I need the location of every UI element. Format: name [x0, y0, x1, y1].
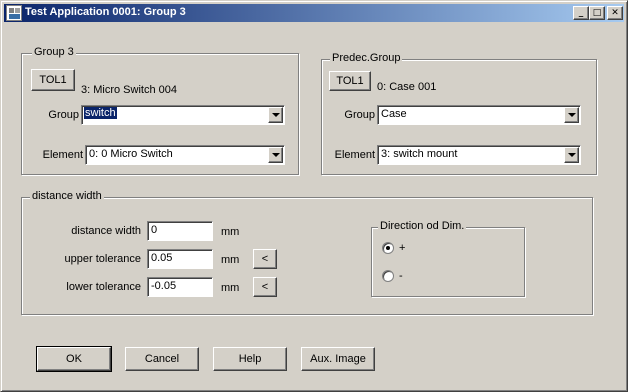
group-group-value: switch	[84, 107, 117, 119]
lower-tolerance-value: -0.05	[151, 280, 177, 292]
distance-width-label: distance width	[71, 225, 141, 237]
direction-box: Direction od Dim.	[371, 220, 525, 297]
aux-image-button[interactable]: Aux. Image	[301, 347, 375, 371]
upper-tolerance-label: upper tolerance	[64, 253, 141, 265]
upper-tolerance-unit: mm	[221, 254, 240, 266]
minimize-button[interactable]: _	[573, 6, 589, 20]
predec-element-label: Element	[334, 149, 375, 161]
upper-tolerance-value: 0.05	[151, 252, 173, 264]
help-button[interactable]: Help	[213, 347, 287, 371]
close-button[interactable]: ✕	[607, 6, 623, 20]
title-bar[interactable]: Test Application 0001: Group 3 _ □ ✕	[4, 4, 624, 22]
group-group-label: Group	[48, 109, 79, 121]
chevron-down-icon[interactable]	[268, 147, 283, 163]
group-group-combo[interactable]: switch	[81, 105, 285, 125]
predec-group-combo[interactable]: Case	[377, 105, 581, 125]
predec-group-value: Case	[381, 108, 407, 120]
group-element-combo[interactable]: 0: 0 Micro Switch	[85, 145, 285, 165]
distance-width-input[interactable]: 0	[147, 221, 213, 241]
app-icon	[6, 5, 22, 21]
predec-tol-button[interactable]: TOL1	[329, 71, 371, 91]
direction-minus-label: -	[399, 270, 403, 282]
ok-button[interactable]: OK	[36, 346, 112, 372]
lower-tolerance-arrow-button[interactable]: <	[253, 277, 277, 297]
predec-group-label: Group	[344, 109, 375, 121]
direction-minus-radio[interactable]	[382, 270, 394, 282]
predec-element-combo[interactable]: 3: switch mount	[377, 145, 581, 165]
chevron-down-icon[interactable]	[564, 147, 579, 163]
dialog-window: Test Application 0001: Group 3 _ □ ✕ Gro…	[0, 0, 628, 392]
upper-tolerance-arrow-button[interactable]: <	[253, 249, 277, 269]
predec-element-value: 3: switch mount	[381, 148, 458, 160]
group-3-title: Group 3	[32, 46, 76, 58]
distance-width-unit: mm	[221, 226, 240, 238]
lower-tolerance-unit: mm	[221, 282, 240, 294]
maximize-button[interactable]: □	[589, 6, 605, 20]
cancel-button[interactable]: Cancel	[125, 347, 199, 371]
distance-width-value: 0	[151, 224, 158, 236]
group-tol-button[interactable]: TOL1	[31, 69, 75, 91]
direction-plus-radio[interactable]	[382, 242, 394, 254]
distance-width-title: distance width	[30, 190, 104, 202]
upper-tolerance-input[interactable]: 0.05	[147, 249, 213, 269]
chevron-down-icon[interactable]	[268, 107, 283, 123]
lower-tolerance-label: lower tolerance	[66, 281, 141, 293]
predec-info: 0: Case 001	[377, 81, 437, 93]
group-element-value: 0: 0 Micro Switch	[89, 148, 173, 160]
group-info: 3: Micro Switch 004	[81, 84, 177, 96]
chevron-down-icon[interactable]	[564, 107, 579, 123]
lower-tolerance-input[interactable]: -0.05	[147, 277, 213, 297]
group-element-label: Element	[42, 149, 83, 161]
direction-plus-label: +	[399, 242, 406, 254]
predec-group-title: Predec.Group	[330, 52, 403, 64]
direction-title: Direction od Dim.	[378, 220, 467, 232]
window-title: Test Application 0001: Group 3	[25, 6, 186, 18]
